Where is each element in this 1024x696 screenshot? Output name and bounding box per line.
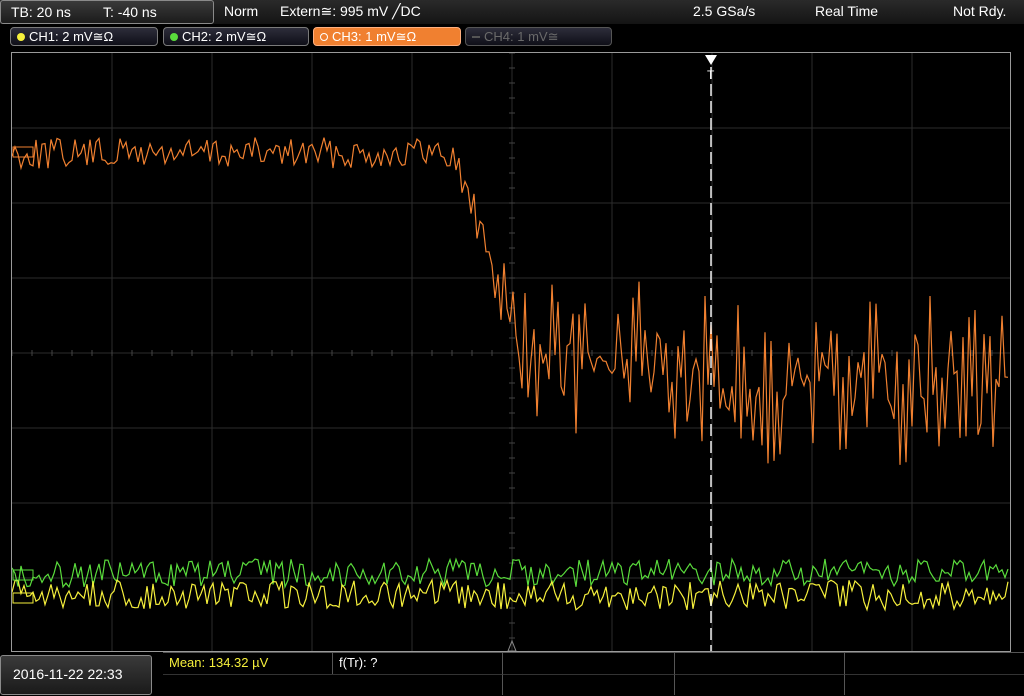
sample-rate: 2.5 GSa/s [693, 3, 756, 19]
date-box: 2016-11-22 22:33 [0, 655, 152, 695]
trigger-position-label: T: -40 ns [103, 4, 157, 20]
waveform-plot: T [12, 53, 1010, 651]
measurement-cell-empty[interactable] [845, 674, 1024, 695]
timestamp: 2016-11-22 22:33 [13, 666, 123, 682]
ch2-indicator-icon [170, 33, 178, 41]
waveform-display[interactable]: T [11, 52, 1011, 652]
graticule [12, 53, 1010, 651]
channel-tab-ch3[interactable]: CH3: 1 mV≅Ω [313, 27, 461, 46]
ch1-offset-icon [12, 592, 34, 604]
trigger-t-icon: T [707, 68, 715, 82]
ch3-indicator-icon [320, 33, 328, 41]
channel-tab-ch4[interactable]: CH4: 1 mV≅ [465, 27, 612, 46]
ch3-label: CH3: 1 mV≅Ω [332, 29, 417, 44]
measurement-cell-mean[interactable]: Mean: 134.32 µV [163, 653, 333, 674]
measurement-cell-ftr[interactable]: f(Tr): ? [333, 653, 503, 674]
measurement-cell-empty[interactable] [675, 653, 845, 674]
trigger-source[interactable]: Extern≅: 995 mV ╱DC [280, 3, 421, 20]
channel-tab-ch2[interactable]: CH2: 2 mV≅Ω [163, 27, 309, 46]
acquisition-mode: Real Time [815, 3, 879, 19]
ch1-indicator-icon [17, 33, 25, 41]
measurement-cell-empty[interactable] [503, 674, 675, 695]
mean-readout: Mean: 134.32 µV [169, 655, 269, 670]
ftr-readout: f(Tr): ? [339, 655, 378, 670]
channel-bar: CH1: 2 mV≅Ω CH2: 2 mV≅Ω CH3: 1 mV≅Ω CH4:… [0, 24, 1024, 50]
timebase-box[interactable]: TB: 20 ns T: -40 ns [0, 0, 214, 24]
acquisition-state: Not Rdy. [953, 3, 1007, 19]
trace-ch3 [12, 136, 1009, 465]
ch2-label: CH2: 2 mV≅Ω [182, 29, 267, 44]
measurement-panel[interactable]: Mean: 134.32 µV f(Tr): ? [163, 652, 1024, 696]
status-bar: TB: 20 ns T: -40 ns Norm Extern≅: 995 mV… [0, 0, 1024, 24]
measurement-cell-empty[interactable] [163, 674, 503, 695]
measurement-cell-empty[interactable] [503, 653, 675, 674]
trigger-triangle-icon [705, 55, 717, 65]
ch1-label: CH1: 2 mV≅Ω [29, 29, 114, 44]
ch4-label: CH4: 1 mV≅ [484, 29, 559, 44]
ch4-indicator-icon [472, 36, 480, 38]
channel-tab-ch1[interactable]: CH1: 2 mV≅Ω [10, 27, 158, 46]
trace-ch1 [12, 578, 1009, 612]
trigger-mode[interactable]: Norm [224, 3, 258, 19]
measurement-cell-empty[interactable] [675, 674, 845, 695]
measurement-cell-empty[interactable] [845, 653, 1024, 674]
timebase-label: TB: 20 ns [11, 4, 71, 20]
